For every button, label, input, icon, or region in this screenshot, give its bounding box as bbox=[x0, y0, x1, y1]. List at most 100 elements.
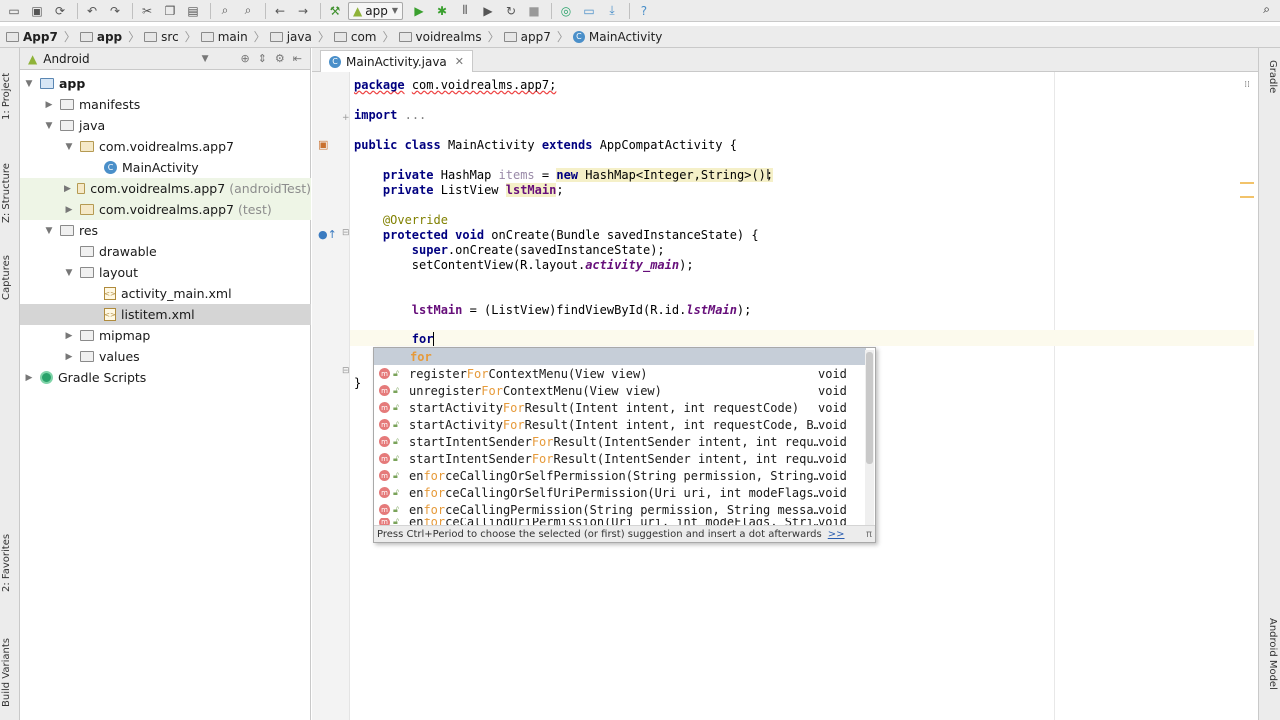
tree-item-activity-main-xml[interactable]: <> activity_main.xml bbox=[20, 283, 311, 304]
collapse-arrow-icon[interactable]: ▶ bbox=[44, 100, 54, 110]
completion-scrollbar-thumb[interactable] bbox=[866, 352, 873, 464]
class-implements-icon[interactable]: ▣ bbox=[318, 138, 328, 151]
tree-item-manifests[interactable]: ▶ manifests bbox=[20, 94, 311, 115]
completion-item[interactable]: m 🔓︎ startIntentSenderForResult(IntentSen… bbox=[374, 433, 866, 450]
avd-manager-icon[interactable]: ▭ bbox=[579, 2, 599, 20]
fold-marker-icon[interactable]: ⊟ bbox=[342, 366, 350, 376]
completion-item[interactable]: for bbox=[374, 348, 866, 365]
completion-item[interactable]: m 🔓︎ registerForContextMenu(View view) vo… bbox=[374, 365, 866, 382]
expand-arrow-icon[interactable]: ▼ bbox=[24, 79, 34, 89]
fold-marker-icon[interactable]: ⊟ bbox=[342, 228, 350, 238]
pi-icon[interactable]: π bbox=[866, 529, 872, 540]
save-all-icon[interactable]: ▣ bbox=[27, 2, 47, 20]
apply-changes-icon[interactable]: ↻ bbox=[501, 2, 521, 20]
override-marker-icon[interactable]: ●↑ bbox=[318, 228, 337, 241]
public-visibility-icon: 🔓︎ bbox=[393, 470, 399, 481]
fold-marker-icon[interactable]: + bbox=[342, 113, 350, 123]
favorites-tool-tab[interactable]: 2: Favorites bbox=[1, 528, 19, 598]
completion-item[interactable]: m 🔓︎ enforceCallingPermission(String perm… bbox=[374, 501, 866, 518]
find-icon[interactable]: ⌕ bbox=[215, 2, 235, 20]
tree-item-java[interactable]: ▼ java bbox=[20, 115, 311, 136]
scroll-warning-marker[interactable] bbox=[1240, 182, 1254, 184]
search-everywhere-icon[interactable]: ⌕ bbox=[1263, 2, 1270, 17]
scroll-from-source-icon[interactable]: ⊕ bbox=[240, 52, 249, 65]
breadcrumb-item[interactable]: voidrealms 〉 bbox=[398, 28, 500, 45]
close-icon[interactable]: ✕ bbox=[455, 55, 464, 68]
completion-item[interactable]: m 🔓︎ startIntentSenderForResult(IntentSen… bbox=[374, 450, 866, 467]
debug-icon[interactable]: ✱ bbox=[432, 2, 452, 20]
completion-item[interactable]: m 🔓︎ startActivityForResult(Intent intent… bbox=[374, 416, 866, 433]
completion-scrollbar[interactable] bbox=[865, 350, 874, 528]
collapse-all-icon[interactable]: ⇕ bbox=[258, 52, 267, 65]
back-arrow-icon[interactable]: ← bbox=[270, 2, 290, 20]
tree-item-app[interactable]: ▼ app bbox=[20, 73, 311, 94]
profile-icon[interactable]: ▶ bbox=[478, 2, 498, 20]
paste-icon[interactable]: ▤ bbox=[183, 2, 203, 20]
redo-icon[interactable]: ↷ bbox=[105, 2, 125, 20]
scroll-warning-marker[interactable] bbox=[1240, 196, 1254, 198]
collapse-arrow-icon[interactable]: ▶ bbox=[64, 331, 74, 341]
open-folder-icon[interactable]: ▭ bbox=[4, 2, 24, 20]
completion-item[interactable]: m 🔓︎ enforceCallingOrSelfUriPermission(Ur… bbox=[374, 484, 866, 501]
gradle-sync-icon[interactable]: ◎ bbox=[556, 2, 576, 20]
undo-icon[interactable]: ↶ bbox=[82, 2, 102, 20]
run-icon[interactable]: ▶ bbox=[409, 2, 429, 20]
collapse-arrow-icon[interactable]: ▶ bbox=[64, 205, 74, 215]
tab-mainactivity-java[interactable]: C MainActivity.java ✕ bbox=[320, 50, 473, 72]
breadcrumb-item[interactable]: java 〉 bbox=[269, 28, 330, 45]
attach-debugger-icon[interactable]: ⫴ bbox=[455, 2, 475, 20]
android-model-tool-tab[interactable]: Android Model bbox=[1262, 618, 1278, 713]
tree-item-package-main[interactable]: ▼ com.voidrealms.app7 bbox=[20, 136, 311, 157]
tree-item-listitem-xml[interactable]: <> listitem.xml bbox=[20, 304, 311, 325]
completion-item[interactable]: m 🔓︎ unregisterForContextMenu(View view) … bbox=[374, 382, 866, 399]
tree-item-res[interactable]: ▼ res bbox=[20, 220, 311, 241]
run-configuration-select[interactable]: ▲ app ▼ bbox=[348, 1, 403, 20]
project-view-mode-select[interactable]: Android bbox=[43, 52, 89, 66]
gradle-tool-tab[interactable]: Gradle bbox=[1262, 60, 1278, 115]
expand-arrow-icon[interactable]: ▼ bbox=[64, 268, 74, 278]
cut-icon[interactable]: ✂ bbox=[137, 2, 157, 20]
breadcrumb-item[interactable]: app 〉 bbox=[79, 28, 140, 45]
expand-arrow-icon[interactable]: ▼ bbox=[44, 121, 54, 131]
structure-tool-tab[interactable]: Z: Structure bbox=[1, 153, 19, 233]
tree-item-mipmap[interactable]: ▶ mipmap bbox=[20, 325, 311, 346]
copy-icon[interactable]: ❐ bbox=[160, 2, 180, 20]
hide-panel-icon[interactable]: ⇤ bbox=[293, 52, 302, 65]
tree-item-package-androidtest[interactable]: ▶ com.voidrealms.app7 (androidTest) bbox=[20, 178, 311, 199]
sdk-manager-icon[interactable]: ⤓ bbox=[602, 2, 622, 20]
editor-gutter[interactable]: ▣ ●↑ + ⊟ ⊟ bbox=[312, 72, 350, 720]
build-variants-tool-tab[interactable]: Build Variants bbox=[1, 633, 19, 713]
collapse-arrow-icon[interactable]: ▶ bbox=[64, 184, 71, 194]
java-class-icon: C bbox=[572, 30, 585, 43]
tree-item-values[interactable]: ▶ values bbox=[20, 346, 311, 367]
completion-more-link[interactable]: >> bbox=[828, 529, 845, 540]
collapse-arrow-icon[interactable]: ▶ bbox=[24, 373, 34, 383]
completion-item[interactable]: m 🔓︎ enforceCallingOrSelfPermission(Strin… bbox=[374, 467, 866, 484]
help-icon[interactable]: ? bbox=[634, 2, 654, 20]
expand-arrow-icon[interactable]: ▼ bbox=[64, 142, 74, 152]
breadcrumb-item[interactable]: app7 〉 bbox=[503, 28, 569, 45]
project-tool-tab[interactable]: 1: Project bbox=[1, 66, 19, 126]
inspection-status-icon[interactable]: ⁞⁞ bbox=[1244, 80, 1250, 90]
captures-tool-tab[interactable]: Captures bbox=[1, 248, 19, 308]
chevron-down-icon[interactable]: ▼ bbox=[202, 54, 209, 64]
breadcrumb-item[interactable]: App7 〉 bbox=[6, 28, 76, 45]
tree-item-package-test[interactable]: ▶ com.voidrealms.app7 (test) bbox=[20, 199, 311, 220]
stop-icon[interactable]: ■ bbox=[524, 2, 544, 20]
breadcrumb-item[interactable]: C MainActivity bbox=[572, 30, 662, 44]
forward-arrow-icon[interactable]: → bbox=[293, 2, 313, 20]
completion-item[interactable]: m 🔓︎ startActivityForResult(Intent intent… bbox=[374, 399, 866, 416]
tree-item-mainactivity[interactable]: C MainActivity bbox=[20, 157, 311, 178]
tree-item-layout[interactable]: ▼ layout bbox=[20, 262, 311, 283]
expand-arrow-icon[interactable]: ▼ bbox=[44, 226, 54, 236]
make-project-hammer-icon[interactable]: ⚒ bbox=[325, 2, 345, 20]
sync-icon[interactable]: ⟳ bbox=[50, 2, 70, 20]
gear-icon[interactable]: ⚙ bbox=[275, 52, 285, 65]
collapse-arrow-icon[interactable]: ▶ bbox=[64, 352, 74, 362]
breadcrumb-item[interactable]: src 〉 bbox=[144, 28, 197, 45]
breadcrumb-item[interactable]: main 〉 bbox=[200, 28, 266, 45]
tree-item-gradle-scripts[interactable]: ▶ Gradle Scripts bbox=[20, 367, 311, 388]
tree-item-drawable[interactable]: drawable bbox=[20, 241, 311, 262]
replace-icon[interactable]: ⌕ bbox=[238, 2, 258, 20]
breadcrumb-item[interactable]: com 〉 bbox=[333, 28, 395, 45]
